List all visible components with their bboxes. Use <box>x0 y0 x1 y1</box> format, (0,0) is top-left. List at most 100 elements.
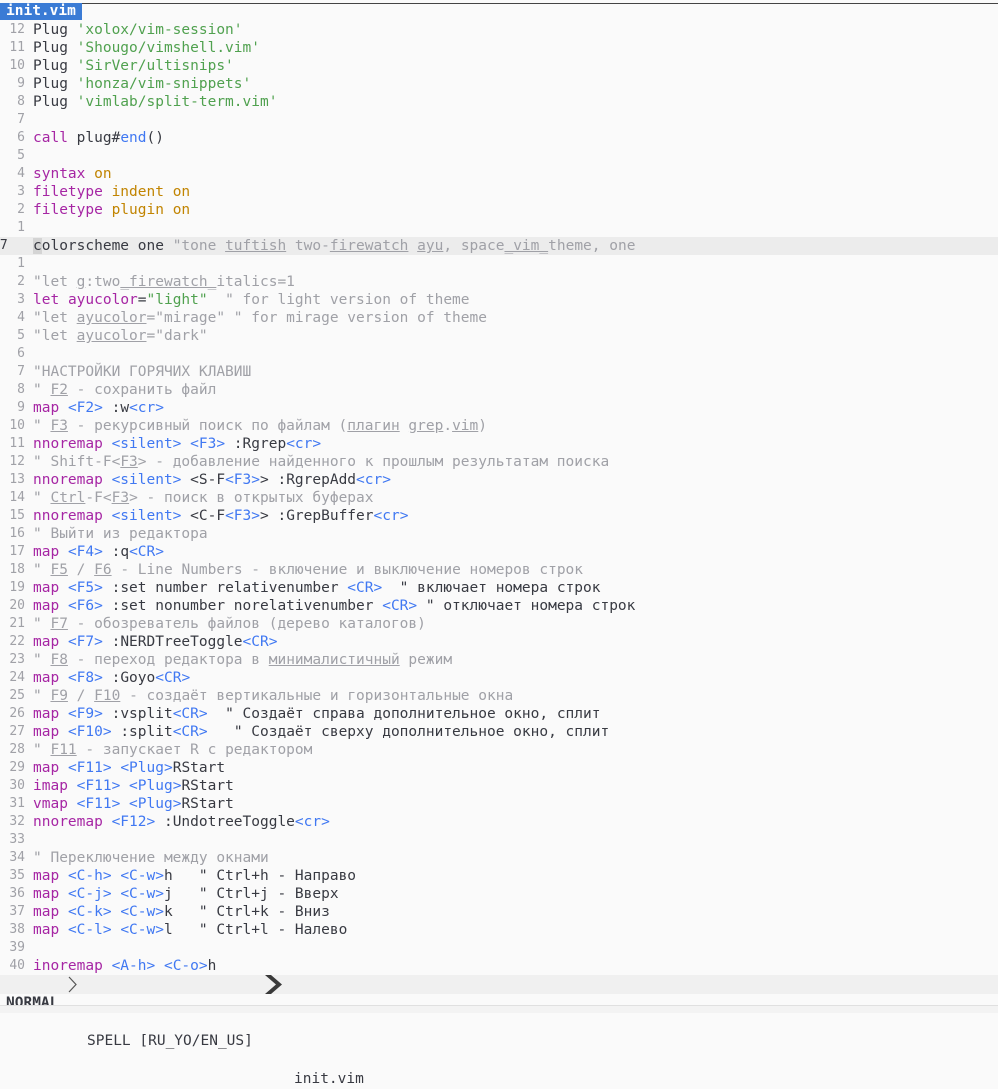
code-line[interactable]: 36 map <C-j> <C-w>j " Ctrl+j - Вверх <box>0 885 998 903</box>
code-token: <Plug> <box>129 796 182 812</box>
code-line[interactable]: 17 map <F4> :q<CR> <box>0 543 998 561</box>
code-line[interactable]: 2 filetype plugin on <box>0 201 998 219</box>
code-line[interactable]: 4 "let ayucolor="mirage" " for mirage ver… <box>0 309 998 327</box>
code-line[interactable]: 2 "let g:two_firewatch_italics=1 <box>0 273 998 291</box>
code-line[interactable]: 8 " F2 - сохранить файл <box>0 381 998 399</box>
code-line[interactable]: 19 map <F5> :set number relativenumber <C… <box>0 579 998 597</box>
code-line[interactable]: 35 map <C-h> <C-w>h " Ctrl+h - Направо <box>0 867 998 885</box>
code-line[interactable]: 12 Plug 'xolox/vim-session' <box>0 21 998 39</box>
line-text: Plug 'vimlab/split-term.vim' <box>33 93 277 111</box>
line-text: map <F6> :set nonumber norelativenumber … <box>33 597 635 615</box>
code-line[interactable]: 11 Plug 'Shougo/vimshell.vim' <box>0 39 998 57</box>
line-text: "let ayucolor="mirage" " for mirage vers… <box>33 309 487 327</box>
code-line[interactable]: 27 map <F10> :split<CR> " Создаёт сверху … <box>0 723 998 741</box>
line-text: let ayucolor="light" " for light version… <box>33 291 470 309</box>
line-number: 6 <box>17 346 25 361</box>
line-text: " F5 / F6 - Line Numbers - включение и в… <box>33 561 583 579</box>
code-line[interactable]: 3 let ayucolor="light" " for light versio… <box>0 291 998 309</box>
code-line[interactable]: 5 "let ayucolor="dark" <box>0 327 998 345</box>
code-line[interactable]: 7 <box>0 111 998 129</box>
code-token: " Shift-F< <box>33 454 121 470</box>
code-token: - рекурсивный поиск по файлам ( <box>67 418 348 434</box>
code-line[interactable]: 28 " F11 - запускает R с редактором <box>0 741 998 759</box>
code-line[interactable]: 18 " F5 / F6 - Line Numbers - включение и… <box>0 561 998 579</box>
line-number: 16 <box>9 526 25 541</box>
code-line[interactable]: 37 map <C-k> <C-w>k " Ctrl+k - Вниз <box>0 903 998 921</box>
code-token: Plug <box>33 76 77 92</box>
code-line[interactable]: 20 map <F6> :set nonumber norelativenumbe… <box>0 597 998 615</box>
line-number: 34 <box>9 850 25 865</box>
code-token: <silent> <box>111 508 182 524</box>
code-token: :UndotreeToggle <box>155 814 295 830</box>
code-token: plugin <box>111 202 164 218</box>
code-line[interactable]: 7 "НАСТРОЙКИ ГОРЯЧИХ КЛАВИШ <box>0 363 998 381</box>
line-text: Plug 'Shougo/vimshell.vim' <box>33 39 260 57</box>
code-token: "tone <box>172 238 226 254</box>
code-line[interactable]: 1 <box>0 255 998 273</box>
code-token: <CR> <box>172 706 208 722</box>
code-token: " Переключение между окнами <box>33 850 269 866</box>
line-text: map <C-l> <C-w>l " Ctrl+l - Налево <box>33 921 347 939</box>
code-token: " Создаёт сверху дополнительное окно, сп… <box>207 724 610 740</box>
code-line[interactable]: 11 nnoremap <silent> <F3> :Rgrep<cr> <box>0 435 998 453</box>
code-line[interactable]: 14 " Ctrl-F<F3> - поиск в открытых буфера… <box>0 489 998 507</box>
code-token: map <box>33 922 60 938</box>
code-line[interactable]: 32 nnoremap <F12> :UndotreeToggle<cr> <box>0 813 998 831</box>
code-line[interactable]: 9 map <F2> :w<cr> <box>0 399 998 417</box>
code-line[interactable]: 6 <box>0 345 998 363</box>
code-line[interactable]: 10 " F3 - рекурсивный поиск по файлам (пл… <box>0 417 998 435</box>
code-token: two- <box>286 238 330 254</box>
code-line[interactable]: 10 Plug 'SirVer/ultisnips' <box>0 57 998 75</box>
code-line[interactable]: 4 syntax on <box>0 165 998 183</box>
code-line[interactable]: 12 " Shift-F<F3> - добавление найденного … <box>0 453 998 471</box>
code-token: " for light version of theme <box>207 292 470 308</box>
code-line[interactable]: 30 imap <F11> <Plug>RStart <box>0 777 998 795</box>
code-line[interactable]: 26 map <F9> :vsplit<CR> " Создаёт справа … <box>0 705 998 723</box>
code-token: / <box>67 562 95 578</box>
code-line[interactable]: 31 vmap <F11> <Plug>RStart <box>0 795 998 813</box>
code-line[interactable]: 3 filetype indent on <box>0 183 998 201</box>
code-token: map <box>33 580 60 596</box>
code-token: map <box>33 868 60 884</box>
code-token: ayu <box>417 238 444 254</box>
code-token: <F11> <box>76 796 121 812</box>
code-token: <F12> <box>111 814 156 830</box>
code-token: 'SirVer/ultisnips' <box>76 58 234 74</box>
code-token: F5 <box>50 562 68 578</box>
code-line[interactable]: 25 " F9 / F10 - создаёт вертикальные и го… <box>0 687 998 705</box>
current-line[interactable]: 77 colorscheme one "tone tuftish two-fire… <box>0 237 998 255</box>
code-line[interactable]: 38 map <C-l> <C-w>l " Ctrl+l - Налево <box>0 921 998 939</box>
code-line[interactable]: 21 " F7 - обозреватель файлов (дерево кат… <box>0 615 998 633</box>
code-line[interactable]: 9 Plug 'honza/vim-snippets' <box>0 75 998 93</box>
code-token: <CR> <box>382 598 418 614</box>
chevron-right-icon <box>68 976 77 993</box>
editor-buffer[interactable]: 12 Plug 'xolox/vim-session' 11 Plug 'Shougo… <box>0 21 998 975</box>
code-line[interactable]: 40 inoremap <A-h> <C-o>h <box>0 957 998 975</box>
code-line[interactable]: 23 " F8 - переход редактора в минималисти… <box>0 651 998 669</box>
tab-init-vim[interactable]: init.vim <box>0 3 82 20</box>
line-text: vmap <F11> <Plug>RStart <box>33 795 234 813</box>
code-line[interactable]: 34 " Переключение между окнами <box>0 849 998 867</box>
code-line[interactable]: 5 <box>0 147 998 165</box>
code-line[interactable]: 6 call plug#end() <box>0 129 998 147</box>
code-line[interactable]: 16 " Выйти из редактора <box>0 525 998 543</box>
code-line[interactable]: 22 map <F7> :NERDTreeToggle<CR> <box>0 633 998 651</box>
code-line[interactable]: 8 Plug 'vimlab/split-term.vim' <box>0 93 998 111</box>
line-number: 6 <box>17 130 25 145</box>
code-line[interactable]: 33 <box>0 831 998 849</box>
code-line[interactable]: 13 nnoremap <silent> <S-F<F3>> :RgrepAdd<… <box>0 471 998 489</box>
code-line[interactable]: 29 map <F11> <Plug>RStart <box>0 759 998 777</box>
code-line[interactable]: 39 <box>0 939 998 957</box>
code-token: <F3> <box>225 472 260 488</box>
code-line[interactable]: 15 nnoremap <silent> <C-F<F3>> :GrepBuffe… <box>0 507 998 525</box>
code-line[interactable]: 24 map <F8> :Goyo<CR> <box>0 669 998 687</box>
line-number: 37 <box>9 904 25 919</box>
arrow-separator-icon <box>265 975 282 994</box>
line-number: 4 <box>17 166 25 181</box>
code-line[interactable]: 1 <box>0 219 998 237</box>
line-number: 11 <box>9 436 25 451</box>
line-number: 13 <box>9 472 25 487</box>
